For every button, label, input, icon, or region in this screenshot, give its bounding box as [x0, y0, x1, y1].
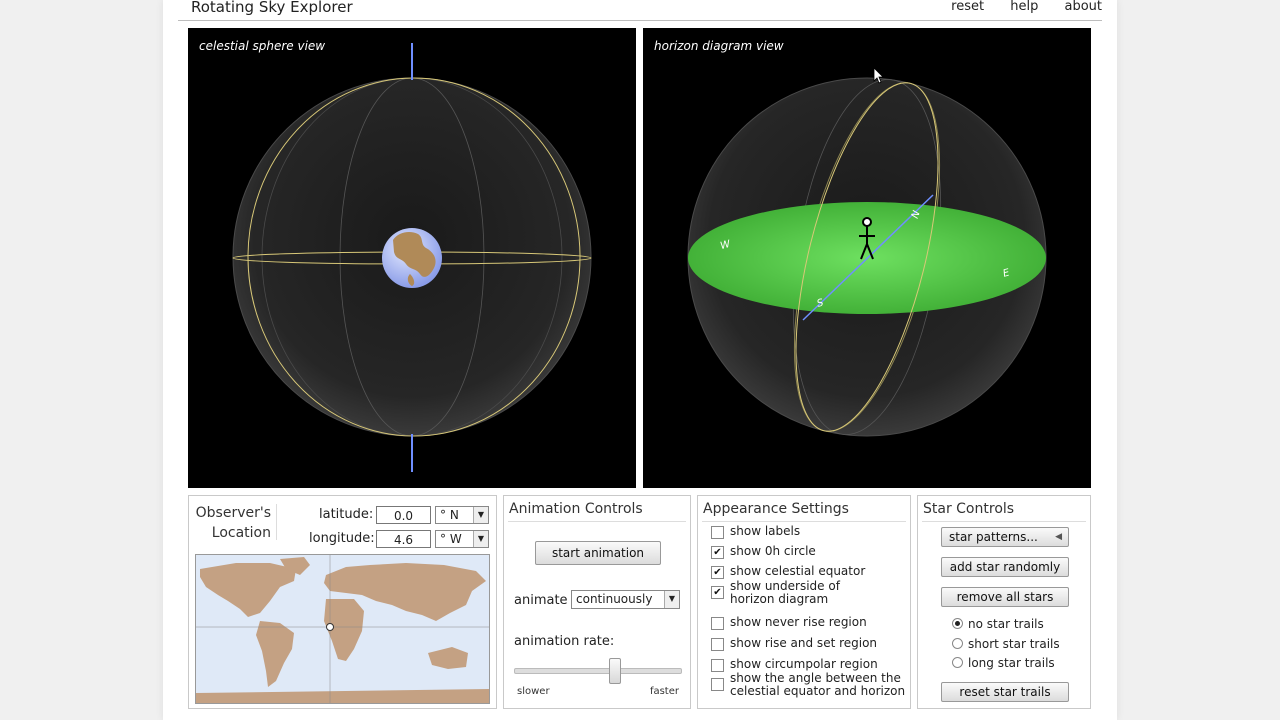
checkbox-checked-icon[interactable]: ✔	[711, 566, 724, 579]
longitude-label: longitude:	[309, 531, 375, 546]
appearance-option-label: show never rise region	[730, 615, 867, 629]
about-link[interactable]: about	[1064, 0, 1102, 14]
panel-divider	[702, 521, 906, 522]
animation-rate-track[interactable]	[514, 668, 682, 674]
start-animation-button[interactable]: start animation	[535, 541, 661, 565]
star-patterns-button[interactable]: star patterns... ◀	[941, 527, 1069, 547]
appearance-settings-panel: Appearance Settings show labels ✔ show 0h …	[697, 495, 911, 709]
app-page: Rotating Sky Explorer reset help about c…	[163, 0, 1117, 720]
observer-title-line2: Location	[211, 525, 271, 541]
latitude-input[interactable]: 0.0	[376, 506, 431, 524]
appearance-option-label: show celestial equator	[730, 564, 866, 578]
add-star-randomly-button[interactable]: add star randomly	[941, 557, 1069, 577]
chevron-down-icon: ▼	[664, 591, 679, 608]
reset-star-trails-button[interactable]: reset star trails	[941, 682, 1069, 702]
animate-mode-select[interactable]: continuously ▼	[571, 590, 680, 609]
celestial-sphere-canvas[interactable]	[188, 28, 636, 488]
top-menu: reset help about	[929, 0, 1102, 14]
star-trail-label: long star trails	[968, 656, 1055, 670]
longitude-direction-value: ° W	[440, 532, 462, 546]
star-controls-panel: Star Controls star patterns... ◀ add sta…	[917, 495, 1091, 709]
celestial-view-label: celestial sphere view	[199, 39, 326, 53]
earth-globe	[382, 228, 442, 288]
faster-label: faster	[649, 686, 679, 697]
horizon-diagram-canvas[interactable]: N E S W	[643, 28, 1091, 488]
animate-mode-value: continuously	[576, 592, 653, 606]
checkbox-checked-icon[interactable]: ✔	[711, 546, 724, 559]
observer-location-marker[interactable]	[326, 623, 334, 631]
help-link[interactable]: help	[1010, 0, 1038, 14]
triangle-left-icon: ◀	[1055, 532, 1062, 542]
appearance-panel-title: Appearance Settings	[703, 501, 849, 517]
appearance-option-label: show rise and set region	[730, 636, 878, 650]
appearance-option-label: show circumpolar region	[730, 657, 878, 671]
remove-all-stars-button[interactable]: remove all stars	[941, 587, 1069, 607]
checkbox-unchecked-icon[interactable]	[711, 659, 724, 672]
checkbox-unchecked-icon[interactable]	[711, 526, 724, 539]
title-bar: Rotating Sky Explorer reset help about	[178, 0, 1102, 21]
appearance-option-label: show 0h circle	[730, 544, 816, 558]
longitude-direction-select[interactable]: ° W ▼	[435, 530, 489, 548]
animation-panel-title: Animation Controls	[509, 501, 643, 517]
animation-rate-slider-thumb[interactable]	[608, 658, 621, 684]
celestial-sphere-view[interactable]: celestial sphere view	[188, 28, 636, 488]
checkbox-unchecked-icon[interactable]	[711, 617, 724, 630]
observer-location-panel: Observer's Location latitude: 0.0 ° N ▼ …	[188, 495, 497, 709]
panel-divider	[922, 521, 1086, 522]
star-trail-label: short star trails	[968, 637, 1060, 651]
chevron-down-icon: ▼	[473, 531, 488, 547]
longitude-input[interactable]: 4.6	[376, 530, 431, 548]
app-title: Rotating Sky Explorer	[191, 0, 353, 16]
animation-rate-label: animation rate:	[514, 634, 615, 649]
observer-divider	[276, 504, 277, 540]
checkbox-checked-icon[interactable]: ✔	[711, 586, 724, 599]
observer-title-line1: Observer's	[195, 505, 271, 521]
horizon-view-label: horizon diagram view	[654, 39, 784, 53]
star-trail-label: no star trails	[968, 617, 1044, 631]
radio-unselected-icon[interactable]	[952, 638, 963, 649]
horizon-diagram-view[interactable]: N E S W horizon diagram view	[643, 28, 1091, 488]
appearance-option-label: show underside of horizon diagram	[730, 579, 840, 606]
checkbox-unchecked-icon[interactable]	[711, 638, 724, 651]
world-map-canvas[interactable]	[196, 555, 489, 703]
radio-unselected-icon[interactable]	[952, 657, 963, 668]
radio-selected-icon[interactable]	[952, 618, 963, 629]
latitude-direction-select[interactable]: ° N ▼	[435, 506, 489, 524]
world-map[interactable]	[195, 554, 490, 704]
panel-divider	[508, 521, 686, 522]
appearance-option-label: show labels	[730, 524, 801, 538]
animate-label: animate	[514, 593, 568, 608]
slower-label: slower	[517, 686, 550, 697]
reset-link[interactable]: reset	[951, 0, 984, 14]
chevron-down-icon: ▼	[473, 507, 488, 523]
observer-title: Observer's Location	[193, 503, 271, 543]
appearance-option-label: show the angle between the celestial equ…	[730, 671, 906, 698]
animation-controls-panel: Animation Controls start animation anima…	[503, 495, 691, 709]
star-panel-title: Star Controls	[923, 501, 1015, 517]
checkbox-unchecked-icon[interactable]	[711, 678, 724, 691]
latitude-label: latitude:	[319, 507, 374, 522]
latitude-direction-value: ° N	[440, 508, 459, 522]
star-patterns-label: star patterns...	[949, 530, 1038, 544]
